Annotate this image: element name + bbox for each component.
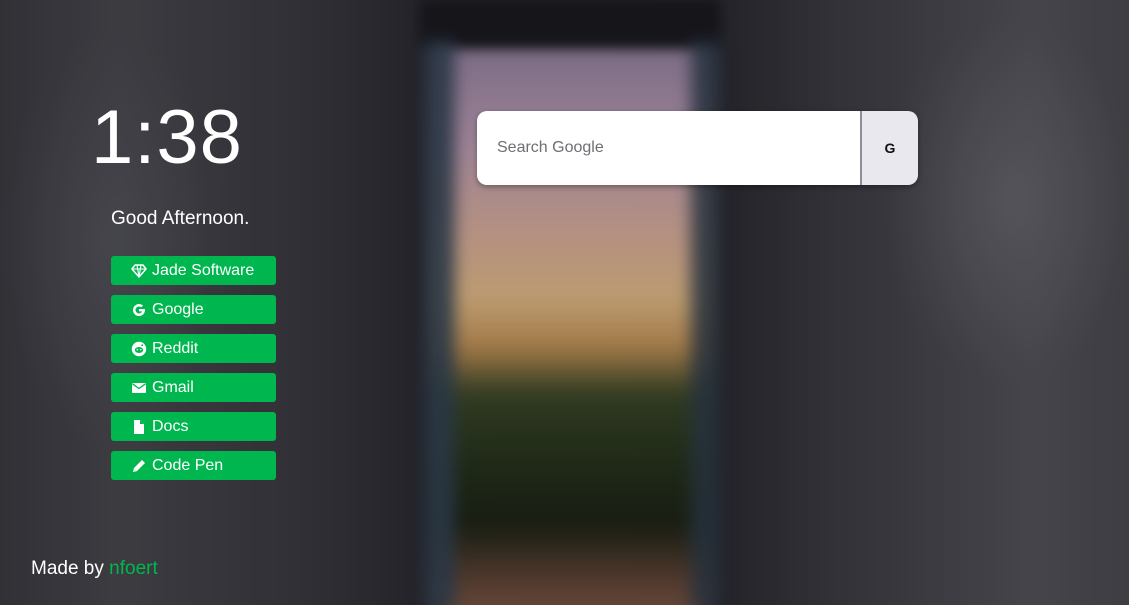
envelope-icon xyxy=(130,379,148,397)
link-label: Google xyxy=(152,300,204,318)
reddit-icon xyxy=(130,340,148,358)
search-bar: G xyxy=(477,111,918,185)
search-input[interactable] xyxy=(477,111,862,185)
search-button[interactable]: G xyxy=(862,111,918,185)
link-jade-software-button[interactable]: Jade Software xyxy=(111,256,276,285)
pencil-icon xyxy=(130,457,148,475)
google-icon xyxy=(130,301,148,319)
greeting: Good Afternoon. xyxy=(111,208,250,229)
link-label: Gmail xyxy=(152,378,194,396)
link-google-button[interactable]: Google xyxy=(111,295,276,324)
author-link[interactable]: nfoert xyxy=(109,558,158,579)
document-icon xyxy=(130,418,148,436)
link-docs-button[interactable]: Docs xyxy=(111,412,276,441)
link-label: Reddit xyxy=(152,339,199,357)
new-tab-page: 1:38 Good Afternoon. Jade Software Googl… xyxy=(0,0,1129,605)
clock: 1:38 xyxy=(91,95,243,180)
link-reddit-button[interactable]: Reddit xyxy=(111,334,276,363)
link-label: Code Pen xyxy=(152,456,224,474)
diamond-icon xyxy=(130,262,148,280)
link-label: Jade Software xyxy=(152,261,255,279)
footer-credit: Made by nfoert xyxy=(31,557,158,581)
link-label: Docs xyxy=(152,417,189,435)
link-code-pen-button[interactable]: Code Pen xyxy=(111,451,276,480)
footer-prefix: Made by xyxy=(31,558,104,579)
quick-links: Jade Software Google Reddit Gmail Docs C… xyxy=(111,256,276,490)
link-gmail-button[interactable]: Gmail xyxy=(111,373,276,402)
